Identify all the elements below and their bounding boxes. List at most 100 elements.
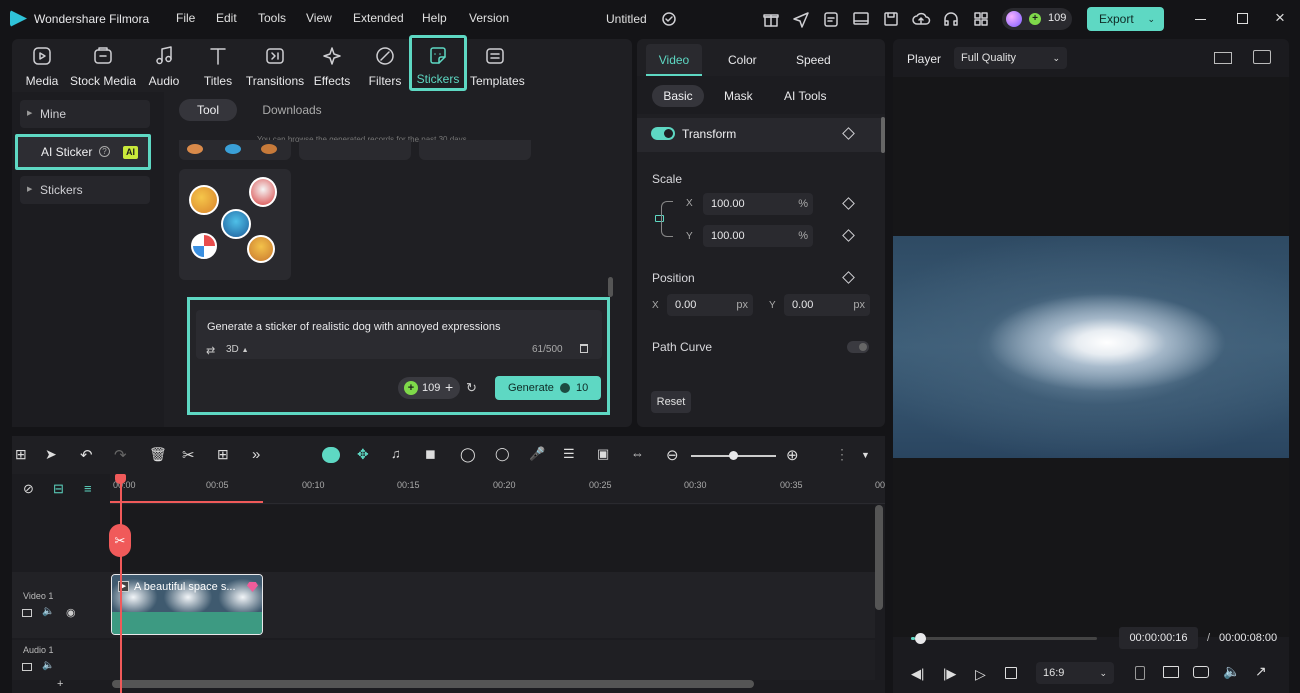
play-icon[interactable]: ▷ — [975, 666, 986, 683]
sticker-result-partial[interactable] — [419, 140, 531, 160]
monitor-icon[interactable] — [851, 9, 871, 29]
menu-edit[interactable]: Edit — [216, 11, 237, 25]
menu-version[interactable]: Version — [469, 11, 509, 25]
menu-file[interactable]: File — [176, 11, 195, 25]
aspect-ratio-select[interactable]: 16:9 ⌄ — [1036, 662, 1114, 684]
split-scissors-button[interactable]: ✂ — [109, 524, 131, 557]
render-icon[interactable]: ◼ — [425, 446, 443, 464]
sticker-result-partial[interactable] — [179, 140, 291, 160]
path-curve-toggle[interactable] — [847, 341, 869, 353]
mark-icon[interactable] — [1135, 666, 1145, 680]
tab-speed[interactable]: Speed — [796, 53, 831, 67]
headset-icon[interactable] — [941, 9, 961, 29]
snap-icon[interactable]: ✥ — [357, 446, 375, 464]
redo-icon[interactable]: ↷ — [114, 446, 132, 464]
save-icon[interactable] — [881, 9, 901, 29]
folder-icon[interactable] — [22, 609, 32, 617]
microphone-icon[interactable]: 🎤 — [529, 446, 547, 464]
gift-icon[interactable] — [761, 9, 781, 29]
menu-tools[interactable]: Tools — [258, 11, 286, 25]
timeline-vertical-scrollbar[interactable] — [875, 505, 883, 610]
pos-y-input[interactable]: 0.00 px — [784, 294, 870, 316]
transform-toggle[interactable] — [651, 127, 675, 140]
sidebar-item-mine[interactable]: ▶ Mine — [20, 100, 150, 128]
tab-templates[interactable]: Templates — [470, 45, 525, 88]
subtab-tool[interactable]: Tool — [179, 99, 237, 121]
timeline-horizontal-scrollbar[interactable] — [112, 680, 754, 688]
menu-extended[interactable]: Extended — [353, 11, 404, 25]
add-track-icon[interactable]: + — [57, 678, 63, 690]
unlink-icon[interactable]: ⊘ — [23, 481, 34, 497]
keyframe-diamond-icon[interactable] — [842, 197, 855, 210]
snapshot-image-icon[interactable] — [1253, 50, 1271, 64]
credits-button[interactable]: + 109 + — [398, 377, 460, 399]
menu-help[interactable]: Help — [422, 11, 447, 25]
close-icon[interactable]: × — [1275, 8, 1285, 28]
tab-filters[interactable]: Filters — [365, 45, 405, 88]
volume-icon[interactable]: 🔈 — [1223, 663, 1240, 680]
tab-color[interactable]: Color — [728, 53, 757, 67]
volume-icon[interactable]: 🔈 — [42, 606, 54, 617]
playhead-handle[interactable] — [115, 474, 126, 484]
zoom-in-icon[interactable]: ⊕ — [786, 446, 804, 464]
tab-stock-media[interactable]: Stock Media — [68, 45, 138, 88]
props-scrollbar[interactable] — [881, 117, 885, 153]
scale-y-input[interactable]: 100.00% — [703, 225, 813, 247]
tab-titles[interactable]: Titles — [198, 45, 238, 88]
quality-select[interactable]: Full Quality ⌄ — [954, 47, 1067, 69]
track-manager-icon[interactable]: ≡ — [84, 481, 92, 496]
zoom-out-icon[interactable]: ⊖ — [666, 446, 684, 464]
display-icon[interactable] — [1163, 666, 1179, 678]
tab-audio[interactable]: Audio — [144, 45, 184, 88]
minimize-icon[interactable] — [1195, 19, 1206, 20]
menu-view[interactable]: View — [306, 11, 332, 25]
zoom-slider-knob[interactable] — [729, 451, 738, 460]
layout-grid-icon[interactable]: ⊞ — [15, 446, 33, 464]
camera-icon[interactable] — [1193, 666, 1209, 678]
replace-icon[interactable]: ▣ — [597, 446, 615, 464]
credits-badge[interactable]: + 109 — [1002, 8, 1072, 30]
sticker-result-card[interactable] — [179, 169, 291, 280]
play-frame-icon[interactable]: |▶ — [943, 666, 956, 682]
tab-video[interactable]: Video — [646, 44, 702, 76]
tab-transitions[interactable]: Transitions — [244, 45, 306, 88]
restore-icon[interactable] — [1237, 13, 1248, 24]
generate-button[interactable]: Generate 10 — [495, 376, 601, 400]
shield-icon[interactable]: ◯ — [495, 446, 513, 464]
ai-mate-icon[interactable] — [322, 447, 340, 463]
pos-x-input[interactable]: 0.00 px — [667, 294, 753, 316]
stop-icon[interactable] — [1005, 667, 1017, 679]
subtitle-icon[interactable]: ☰ — [563, 446, 581, 464]
sidebar-item-stickers[interactable]: ▶ Stickers — [20, 176, 150, 204]
sidebar-item-ai-sticker[interactable]: AI Sticker ? AI — [15, 134, 151, 170]
keyframe-diamond-icon[interactable] — [842, 229, 855, 242]
subtab-ai-tools[interactable]: AI Tools — [784, 89, 826, 103]
playback-progress-knob[interactable] — [914, 633, 926, 644]
subtab-downloads[interactable]: Downloads — [252, 99, 332, 121]
shuffle-icon[interactable]: ⇄ — [206, 344, 215, 357]
audio-sync-icon[interactable]: ♫ — [391, 446, 409, 464]
fullscreen-icon[interactable]: ↗ — [1255, 663, 1267, 680]
keyframe-diamond-icon[interactable] — [842, 271, 855, 284]
fit-icon[interactable]: ⇔ — [631, 446, 649, 464]
folder-icon[interactable] — [22, 663, 32, 671]
link-icon[interactable]: ⊟ — [53, 481, 64, 497]
reset-button[interactable]: Reset — [651, 391, 691, 413]
apps-grid-icon[interactable] — [971, 9, 991, 29]
prompt-textarea[interactable]: Generate a sticker of realistic dog with… — [196, 310, 602, 359]
clipboard-icon[interactable] — [821, 9, 841, 29]
undo-icon[interactable]: ↶ — [80, 446, 98, 464]
caret-down-icon[interactable]: ▼ — [861, 450, 879, 468]
more-options-icon[interactable]: ⋮ — [835, 446, 853, 464]
grid-view-icon[interactable] — [1214, 52, 1232, 64]
crop-icon[interactable]: ⊞ — [217, 446, 235, 464]
eye-icon[interactable]: ◉ — [66, 606, 76, 619]
subtab-basic[interactable]: Basic — [652, 85, 704, 107]
cloud-upload-icon[interactable] — [911, 9, 931, 29]
playback-progress-track[interactable] — [911, 637, 1097, 640]
scale-x-input[interactable]: 100.00% — [703, 193, 813, 215]
more-tools-icon[interactable]: » — [252, 446, 270, 464]
subtab-mask[interactable]: Mask — [724, 89, 753, 103]
scissors-icon[interactable]: ✂ — [182, 446, 200, 464]
delete-icon[interactable]: 🗑 — [149, 446, 167, 464]
